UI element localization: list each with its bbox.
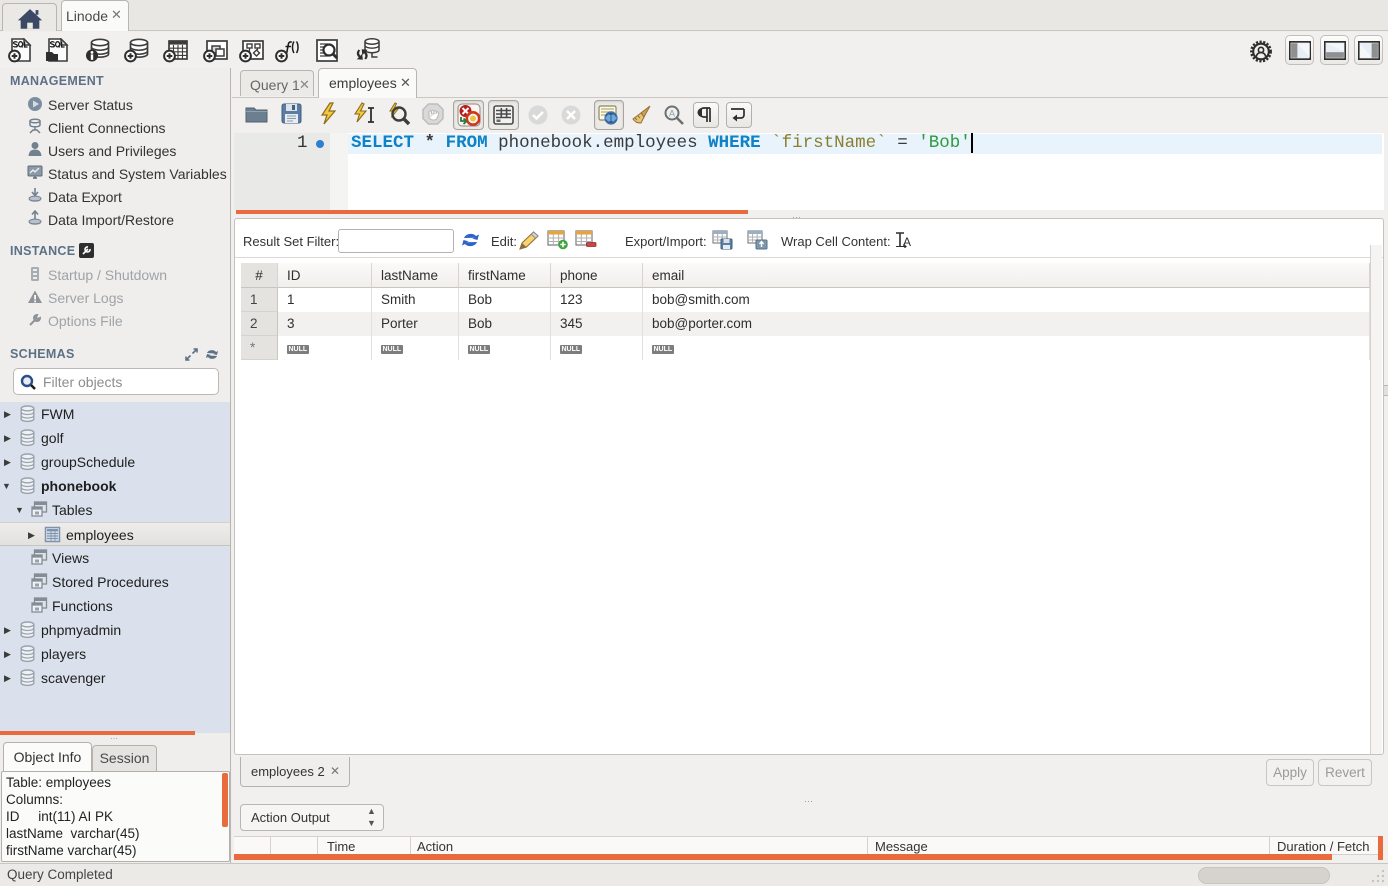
svg-text:A: A [669,109,675,119]
